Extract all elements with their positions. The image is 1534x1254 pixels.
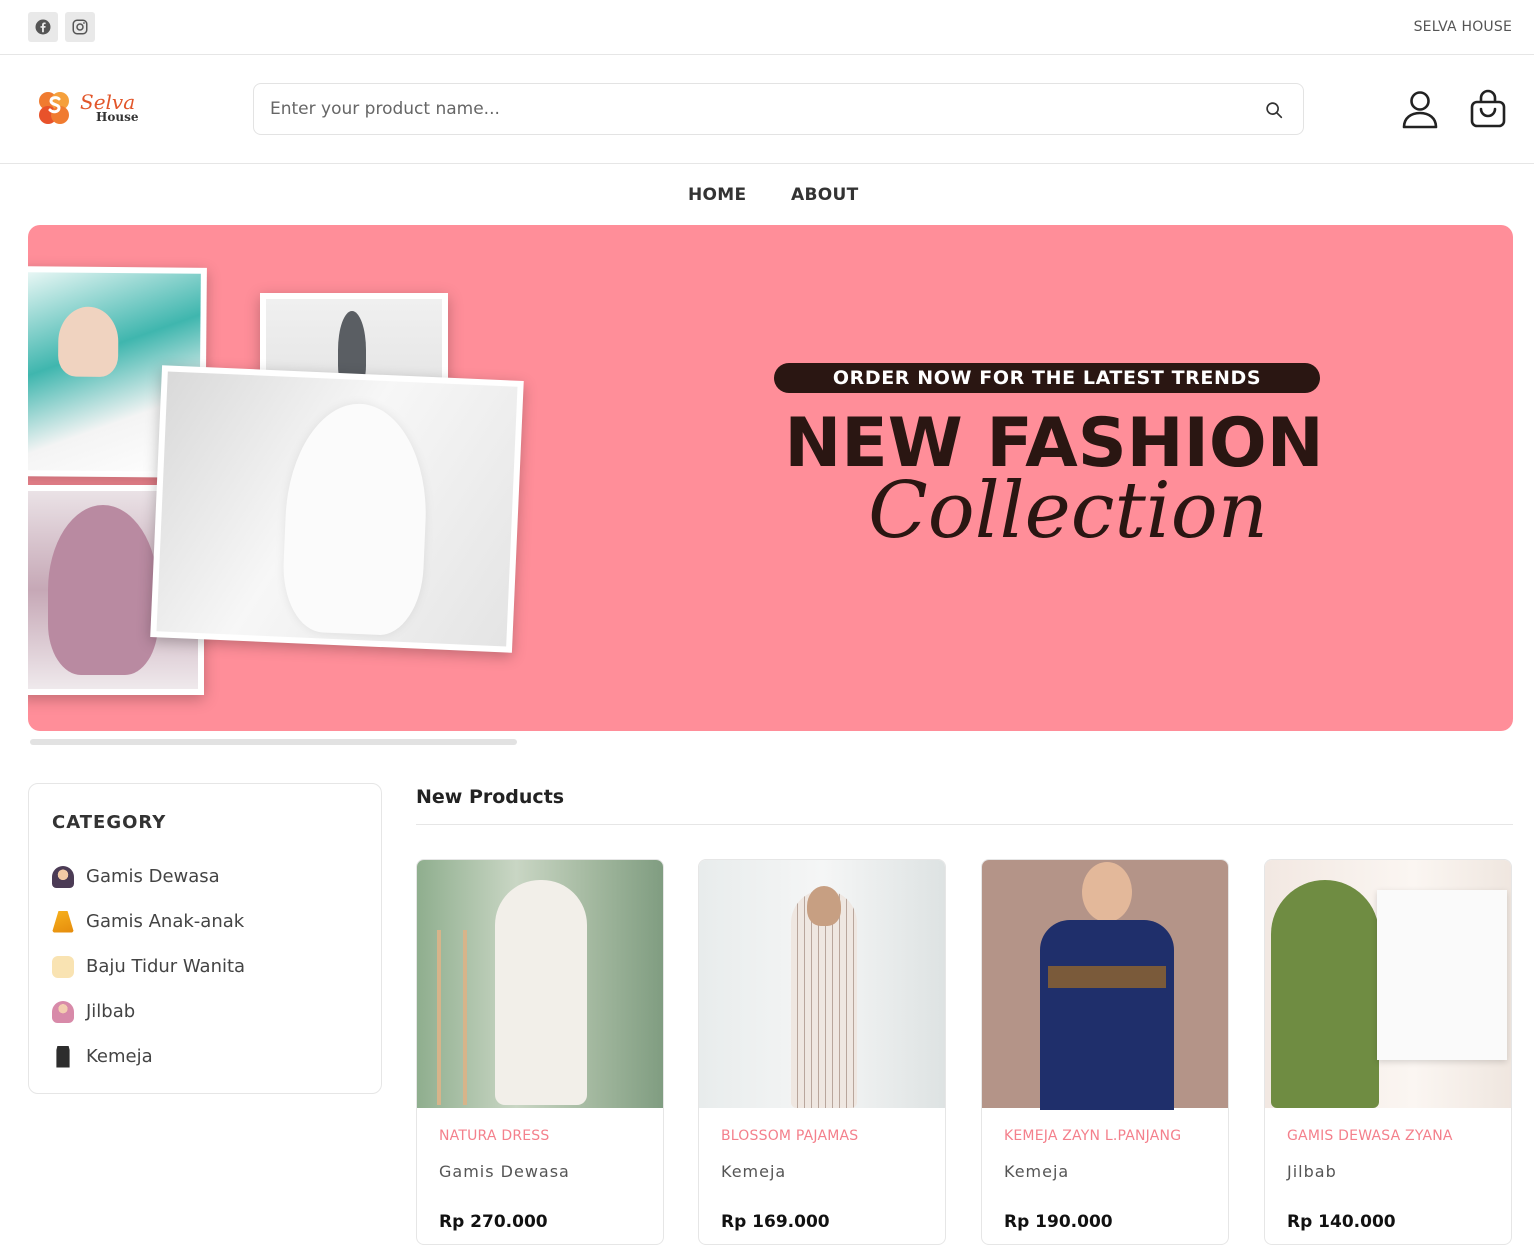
product-name[interactable]: NATURA DRESS [439,1128,549,1144]
logo[interactable]: Selva House [34,90,164,130]
top-bar: SELVA HOUSE [0,0,1534,55]
main-nav: HOME ABOUT [0,164,1534,224]
product-category: Gamis Dewasa [439,1162,570,1181]
product-image[interactable] [1265,860,1511,1108]
logo-sub-text: House [96,110,139,124]
woman-hijab-icon [52,865,74,888]
search-bar [253,83,1304,135]
category-item-gamis-anak[interactable]: Gamis Anak-anak [52,899,245,944]
logo-mark-icon [39,92,69,124]
category-list: Gamis Dewasa Gamis Anak-anak Baju Tidur … [52,854,245,1079]
banner-slider-scrollbar[interactable] [30,739,517,745]
product-name[interactable]: KEMEJA ZAYN L.PANJANG [1004,1128,1181,1144]
hero-banner[interactable]: ORDER NOW FOR THE LATEST TRENDS NEW FASH… [28,225,1513,731]
category-label: Jilbab [86,1001,136,1022]
product-price: Rp 190.000 [1004,1212,1113,1232]
product-image[interactable] [699,860,945,1108]
category-item-jilbab[interactable]: Jilbab [52,989,245,1034]
banner-photo-white-dress [150,365,524,653]
nav-about[interactable]: ABOUT [791,185,858,205]
search-input[interactable] [270,84,1230,134]
category-label: Gamis Dewasa [86,866,220,887]
product-name[interactable]: GAMIS DEWASA ZYANA [1287,1128,1453,1144]
product-name[interactable]: BLOSSOM PAJAMAS [721,1128,858,1144]
product-card[interactable]: NATURA DRESS Gamis Dewasa Rp 270.000 [416,859,664,1245]
facebook-icon [35,19,51,35]
product-category: Jilbab [1287,1162,1337,1181]
category-label: Gamis Anak-anak [86,911,245,932]
user-icon[interactable] [1400,89,1440,129]
instagram-icon [72,19,88,35]
brand-name: SELVA HOUSE [1413,19,1512,35]
hijab-icon [52,1000,74,1023]
product-category: Kemeja [721,1162,787,1181]
product-price: Rp 270.000 [439,1212,548,1232]
product-card[interactable]: BLOSSOM PAJAMAS Kemeja Rp 169.000 [698,859,946,1245]
header: Selva House [0,55,1534,164]
nav-home[interactable]: HOME [688,185,746,205]
product-price: Rp 169.000 [721,1212,830,1232]
search-icon[interactable] [1263,99,1285,121]
shopping-bag-icon[interactable] [1468,89,1508,129]
category-item-baju-tidur[interactable]: Baju Tidur Wanita [52,944,245,989]
category-label: Baju Tidur Wanita [86,956,246,977]
product-image[interactable] [982,860,1228,1110]
facebook-link[interactable] [28,12,58,42]
product-card[interactable]: KEMEJA ZAYN L.PANJANG Kemeja Rp 190.000 [981,859,1229,1245]
instagram-link[interactable] [65,12,95,42]
category-sidebar: CATEGORY Gamis Dewasa Gamis Anak-anak Ba… [28,783,382,1094]
product-card[interactable]: GAMIS DEWASA ZYANA Jilbab Rp 140.000 [1264,859,1512,1245]
child-dress-icon [52,910,74,933]
product-price: Rp 140.000 [1287,1212,1396,1232]
divider [416,824,1513,825]
product-image[interactable] [417,860,663,1108]
shirt-icon [56,1045,70,1068]
category-item-gamis-dewasa[interactable]: Gamis Dewasa [52,854,245,899]
category-item-kemeja[interactable]: Kemeja [52,1034,245,1079]
new-products-title: New Products [416,786,565,808]
category-label: Kemeja [86,1046,153,1067]
banner-pill-text: ORDER NOW FOR THE LATEST TRENDS [774,363,1320,393]
category-title: CATEGORY [52,812,167,833]
banner-script-text: Collection [868,466,1268,556]
pajamas-icon [52,955,74,978]
product-category: Kemeja [1004,1162,1070,1181]
